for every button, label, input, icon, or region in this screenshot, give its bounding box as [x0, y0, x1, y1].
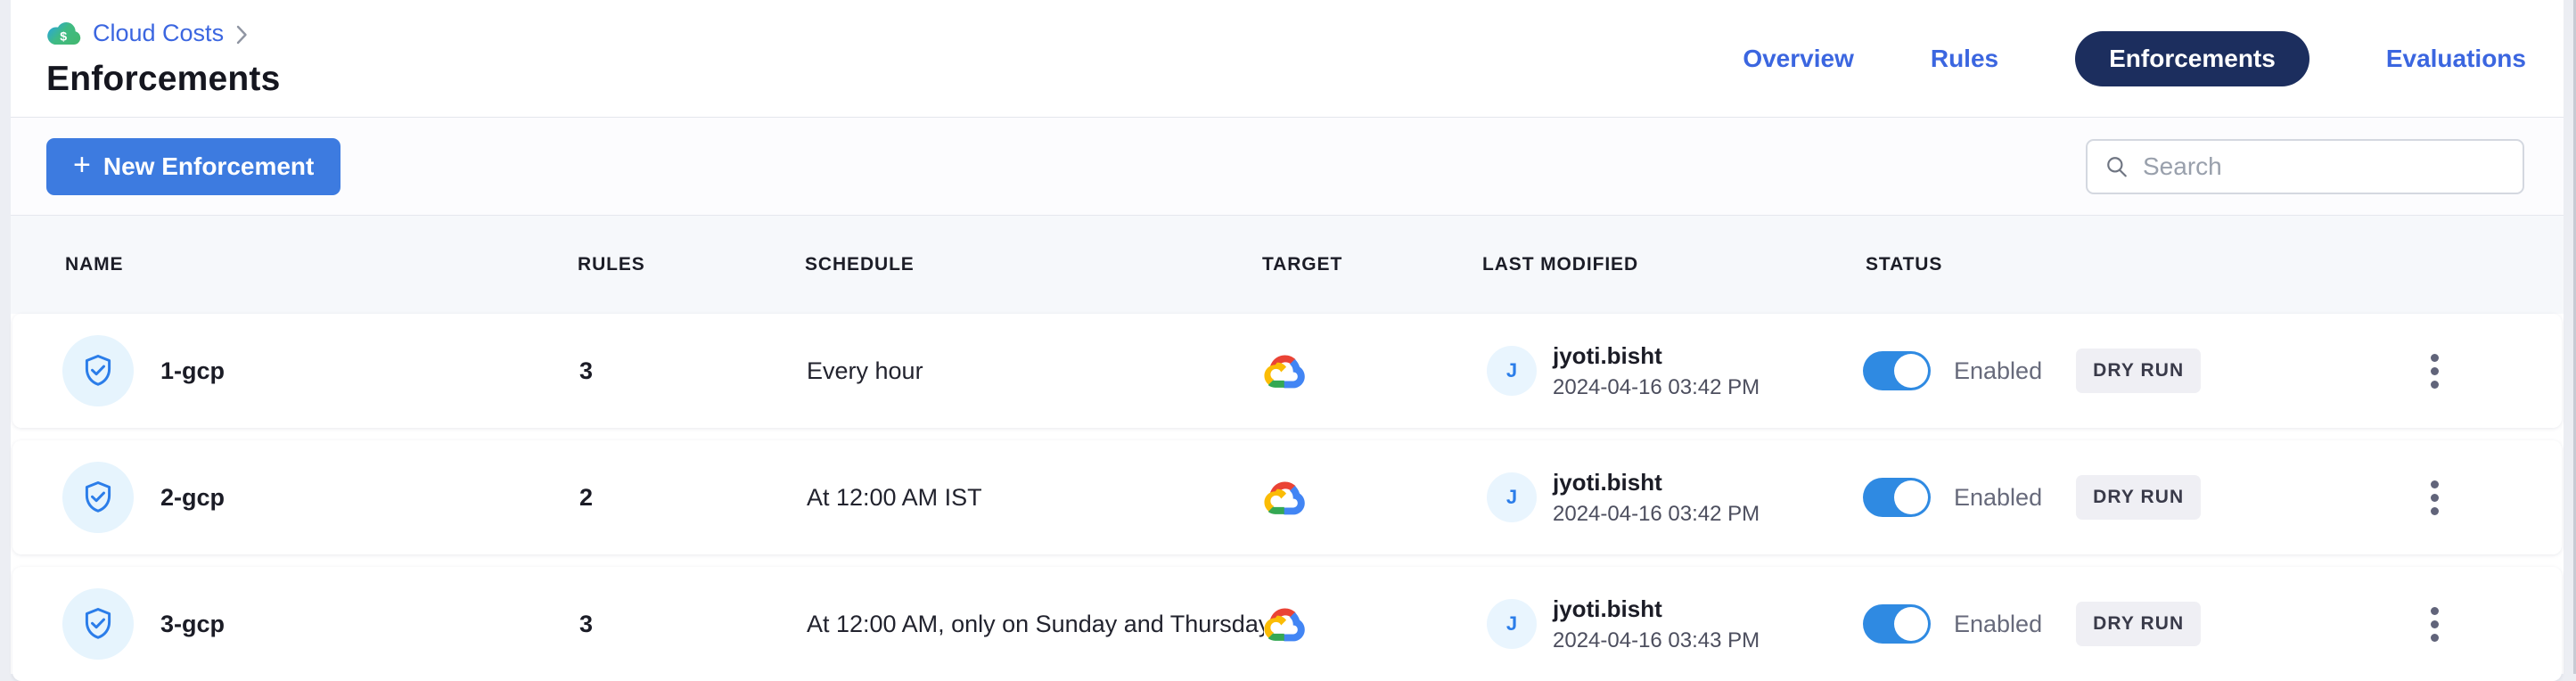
- header-left: $ Cloud Costs Enforcements: [46, 0, 280, 117]
- modified-timestamp: 2024-04-16 03:43 PM: [1553, 628, 1760, 653]
- toggle-knob: [1894, 480, 1928, 514]
- new-enforcement-label: New Enforcement: [103, 152, 315, 181]
- search-box: [2086, 139, 2524, 194]
- modified-by-user: jyoti.bisht: [1553, 469, 1760, 496]
- page-title: Enforcements: [46, 60, 280, 99]
- column-header-status: STATUS: [1866, 254, 2564, 275]
- tab-evaluations[interactable]: Evaluations: [2386, 45, 2526, 73]
- cloud-costs-icon: $: [46, 20, 82, 47]
- dry-run-badge: DRY RUN: [2076, 475, 2201, 520]
- name-cell: 1-gcp: [62, 335, 579, 406]
- toolbar: + New Enforcement: [11, 118, 2564, 216]
- rules-count: 3: [579, 611, 807, 638]
- row-menu-button[interactable]: [2415, 471, 2454, 524]
- status-cell: Enabled DRY RUN: [1863, 475, 2366, 520]
- target-cell: [1264, 480, 1487, 515]
- gcp-icon: [1264, 480, 1306, 515]
- schedule-text: Every hour: [807, 357, 1264, 385]
- enforcement-name: 2-gcp: [160, 484, 225, 512]
- gcp-icon: [1264, 606, 1306, 642]
- modified-by-user: jyoti.bisht: [1553, 595, 1760, 623]
- tab-enforcements[interactable]: Enforcements: [2075, 31, 2309, 86]
- status-cell: Enabled DRY RUN: [1863, 349, 2366, 393]
- row-menu-button[interactable]: [2415, 344, 2454, 398]
- user-avatar: J: [1487, 472, 1537, 522]
- row-menu-button[interactable]: [2415, 597, 2454, 651]
- target-cell: [1264, 606, 1487, 642]
- column-header-last-modified: LAST MODIFIED: [1482, 254, 1866, 275]
- dry-run-badge: DRY RUN: [2076, 349, 2201, 393]
- table-row[interactable]: 2-gcp 2 At 12:00 AM IST J jyoti.bisht 20…: [12, 440, 2562, 554]
- page-header: $ Cloud Costs Enforcements Overview Rule…: [11, 0, 2564, 118]
- search-input[interactable]: [2143, 152, 2505, 181]
- name-cell: 2-gcp: [62, 462, 579, 533]
- breadcrumb-link-cloud-costs[interactable]: Cloud Costs: [93, 20, 224, 47]
- last-modified-cell: J jyoti.bisht 2024-04-16 03:42 PM: [1487, 469, 1863, 527]
- enabled-toggle[interactable]: [1863, 478, 1931, 517]
- enabled-toggle[interactable]: [1863, 604, 1931, 644]
- chevron-right-icon: [236, 25, 248, 45]
- user-avatar: J: [1487, 599, 1537, 649]
- last-modified-cell: J jyoti.bisht 2024-04-16 03:42 PM: [1487, 342, 1863, 400]
- toggle-state-label: Enabled: [1954, 611, 2042, 638]
- toggle-knob: [1894, 607, 1928, 641]
- table-header-row: NAME RULES SCHEDULE TARGET LAST MODIFIED…: [11, 216, 2564, 314]
- modified-timestamp: 2024-04-16 03:42 PM: [1553, 375, 1760, 400]
- modified-timestamp: 2024-04-16 03:42 PM: [1553, 502, 1760, 527]
- tab-overview[interactable]: Overview: [1743, 45, 1854, 73]
- column-header-name: NAME: [65, 254, 578, 275]
- column-header-target: TARGET: [1262, 254, 1482, 275]
- svg-text:$: $: [60, 29, 67, 44]
- table-row[interactable]: 1-gcp 3 Every hour J jyoti.bisht 2024-04…: [12, 314, 2562, 428]
- tab-rules[interactable]: Rules: [1931, 45, 1998, 73]
- enforcement-name: 1-gcp: [160, 357, 225, 385]
- plus-icon: +: [73, 150, 91, 180]
- toggle-knob: [1894, 354, 1928, 388]
- table-row[interactable]: 3-gcp 3 At 12:00 AM, only on Sunday and …: [12, 567, 2562, 681]
- column-header-schedule: SCHEDULE: [805, 254, 1262, 275]
- breadcrumb: $ Cloud Costs: [46, 20, 280, 47]
- enforcements-list: 1-gcp 3 Every hour J jyoti.bisht 2024-04…: [11, 314, 2564, 681]
- gcp-icon: [1264, 353, 1306, 389]
- new-enforcement-button[interactable]: + New Enforcement: [46, 138, 340, 195]
- status-cell: Enabled DRY RUN: [1863, 602, 2366, 646]
- enforcement-shield-icon: [62, 462, 134, 533]
- rules-count: 3: [579, 357, 807, 385]
- schedule-text: At 12:00 AM, only on Sunday and Thursday…: [807, 611, 1264, 638]
- dry-run-badge: DRY RUN: [2076, 602, 2201, 646]
- last-modified-cell: J jyoti.bisht 2024-04-16 03:43 PM: [1487, 595, 1863, 653]
- user-avatar: J: [1487, 346, 1537, 396]
- name-cell: 3-gcp: [62, 588, 579, 660]
- enforcement-name: 3-gcp: [160, 611, 225, 638]
- enforcement-shield-icon: [62, 335, 134, 406]
- target-cell: [1264, 353, 1487, 389]
- enforcements-page: $ Cloud Costs Enforcements Overview Rule…: [11, 0, 2564, 674]
- enforcement-shield-icon: [62, 588, 134, 660]
- schedule-text: At 12:00 AM IST: [807, 484, 1264, 512]
- toggle-state-label: Enabled: [1954, 357, 2042, 385]
- enabled-toggle[interactable]: [1863, 351, 1931, 390]
- search-icon: [2105, 155, 2129, 178]
- rules-count: 2: [579, 484, 807, 512]
- view-tabs: Overview Rules Enforcements Evaluations: [1743, 0, 2526, 117]
- modified-by-user: jyoti.bisht: [1553, 342, 1760, 370]
- toggle-state-label: Enabled: [1954, 484, 2042, 512]
- column-header-rules: RULES: [578, 254, 805, 275]
